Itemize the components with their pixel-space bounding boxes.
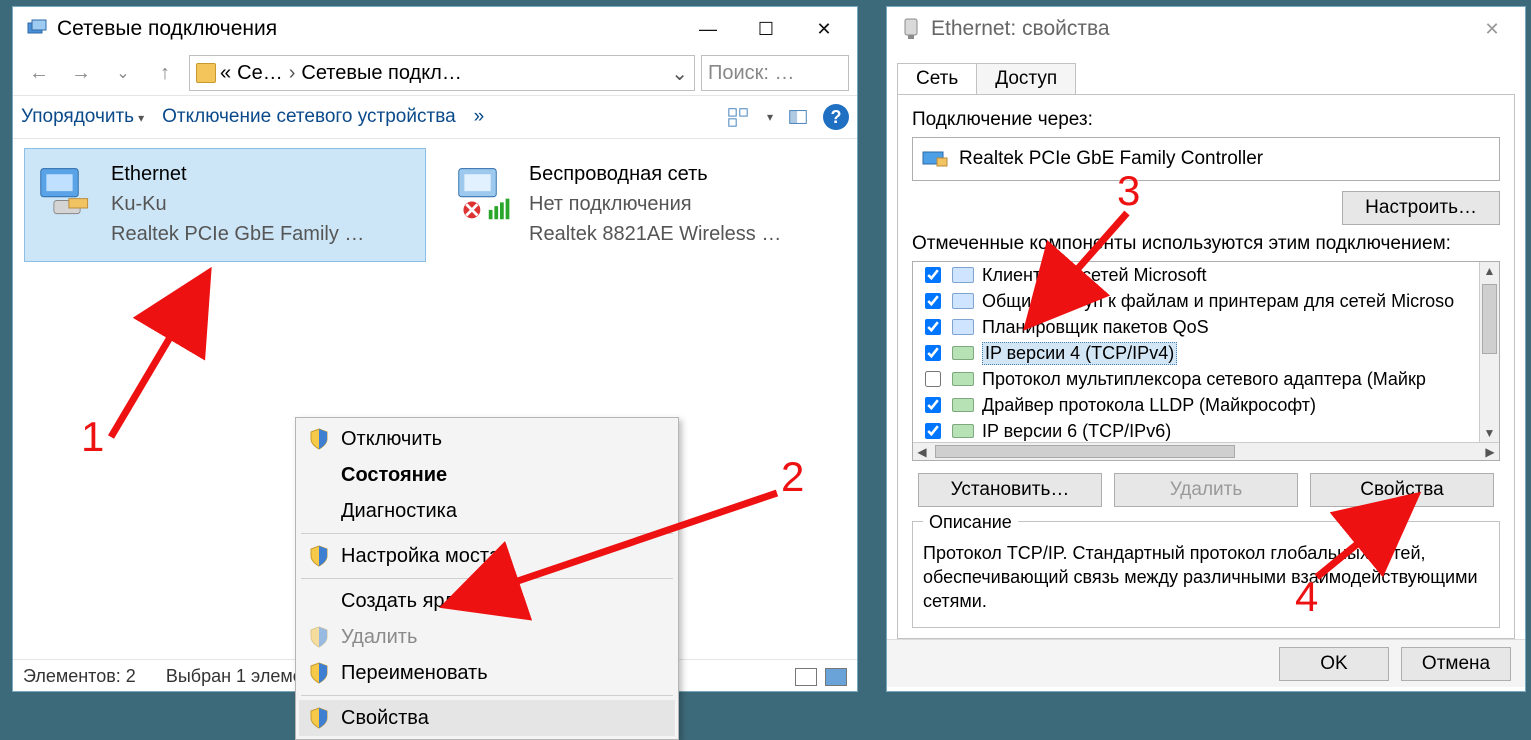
shield-icon bbox=[309, 545, 329, 567]
view-mode-list-icon[interactable] bbox=[795, 668, 817, 686]
breadcrumb-root[interactable]: Се… bbox=[237, 62, 283, 85]
arrow-4-to-properties bbox=[1307, 497, 1417, 587]
toolbar-disable-device[interactable]: Отключение сетевого устройства bbox=[162, 106, 456, 128]
maximize-button[interactable]: ☐ bbox=[737, 11, 795, 47]
search-input[interactable]: Поиск: … bbox=[701, 55, 849, 91]
ok-button[interactable]: OK bbox=[1279, 647, 1389, 681]
minimize-button[interactable]: — bbox=[679, 11, 737, 47]
vertical-scrollbar[interactable]: ▲▼ bbox=[1479, 262, 1499, 442]
horizontal-scrollbar[interactable]: ◀▶ bbox=[913, 442, 1499, 460]
toolbar-organize[interactable]: Упорядочить▾ bbox=[21, 106, 144, 128]
component-item[interactable]: IP версии 4 (TCP/IPv4) bbox=[913, 340, 1499, 366]
ethernet-properties-window: Ethernet: свойства ✕ Сеть Доступ Подключ… bbox=[886, 6, 1526, 692]
folder-icon bbox=[196, 63, 216, 83]
arrow-2-to-properties bbox=[449, 485, 789, 615]
breadcrumb-current[interactable]: Сетевые подкл… bbox=[301, 62, 461, 85]
connection-ethernet[interactable]: Ethernet Ku-Ku Realtek PCIe GbE Family … bbox=[25, 149, 425, 261]
dialog-footer: OK Отмена bbox=[887, 639, 1525, 687]
protocol-icon bbox=[952, 372, 974, 386]
titlebar: Сетевые подключения — ☐ ✕ bbox=[13, 7, 857, 51]
protocol-icon bbox=[952, 346, 974, 360]
nav-up-button[interactable]: ↑ bbox=[147, 55, 183, 91]
component-item[interactable]: Планировщик пакетов QoS bbox=[913, 314, 1499, 340]
ctx-properties[interactable]: Свойства bbox=[299, 700, 675, 736]
connection-status: Ku-Ku bbox=[111, 189, 415, 219]
connection-name: Беспроводная сеть bbox=[529, 159, 833, 189]
component-checkbox[interactable] bbox=[925, 371, 941, 387]
network-connections-window: Сетевые подключения — ☐ ✕ ← → ⌄ ↑ « Се… … bbox=[12, 6, 858, 692]
remove-button[interactable]: Удалить bbox=[1114, 473, 1298, 507]
ctx-disable[interactable]: Отключить bbox=[299, 421, 675, 457]
nic-icon bbox=[921, 148, 949, 170]
tab-panel: Подключение через: Realtek PCIe GbE Fami… bbox=[897, 94, 1515, 639]
configure-button[interactable]: Настроить… bbox=[1342, 191, 1500, 225]
shield-icon bbox=[309, 707, 329, 729]
component-checkbox[interactable] bbox=[925, 397, 941, 413]
connection-device: Realtek PCIe GbE Family … bbox=[111, 219, 415, 249]
monitor-icon bbox=[952, 293, 974, 309]
nav-history-button[interactable]: ⌄ bbox=[105, 55, 141, 91]
network-folder-icon bbox=[25, 17, 49, 41]
help-icon[interactable]: ? bbox=[823, 104, 849, 130]
shield-icon bbox=[309, 428, 329, 450]
connection-status: Нет подключения bbox=[529, 189, 833, 219]
view-layout-icon[interactable] bbox=[727, 106, 749, 128]
components-label: Отмеченные компоненты используются этим … bbox=[912, 233, 1500, 255]
wifi-adapter-icon bbox=[455, 163, 515, 223]
protocol-icon bbox=[952, 398, 974, 412]
device-name: Realtek PCIe GbE Family Controller bbox=[959, 148, 1263, 170]
close-button[interactable]: ✕ bbox=[1463, 11, 1521, 47]
monitor-icon bbox=[952, 267, 974, 283]
component-label: IP версии 6 (TCP/IPv6) bbox=[982, 421, 1171, 442]
tab-network[interactable]: Сеть bbox=[897, 63, 977, 94]
nav-forward-button[interactable]: → bbox=[63, 55, 99, 91]
tab-access[interactable]: Доступ bbox=[977, 63, 1076, 94]
connection-wifi[interactable]: Беспроводная сеть Нет подключения Realte… bbox=[443, 149, 843, 261]
cancel-button[interactable]: Отмена bbox=[1401, 647, 1511, 681]
component-label: Протокол мультиплексора сетевого адаптер… bbox=[982, 369, 1426, 390]
component-label: Драйвер протокола LLDP (Майкрософт) bbox=[982, 395, 1316, 416]
description-legend: Описание bbox=[923, 512, 1018, 533]
status-elements: Элементов: 2 bbox=[23, 666, 136, 687]
tabs: Сеть Доступ bbox=[897, 63, 1515, 94]
component-checkbox[interactable] bbox=[925, 423, 941, 439]
toolbar-overflow[interactable]: » bbox=[474, 106, 485, 128]
connection-name: Ethernet bbox=[111, 159, 415, 189]
component-item[interactable]: Клиент для сетей Microsoft bbox=[913, 262, 1499, 288]
protocol-icon bbox=[952, 424, 974, 438]
titlebar: Ethernet: свойства ✕ bbox=[887, 7, 1525, 51]
component-checkbox[interactable] bbox=[925, 267, 941, 283]
component-checkbox[interactable] bbox=[925, 345, 941, 361]
view-mode-large-icon[interactable] bbox=[825, 668, 847, 686]
ethernet-adapter-icon bbox=[37, 163, 97, 223]
components-list[interactable]: Клиент для сетей MicrosoftОбщий доступ к… bbox=[912, 261, 1500, 461]
component-checkbox[interactable] bbox=[925, 293, 941, 309]
close-button[interactable]: ✕ bbox=[795, 11, 853, 47]
arrow-3-to-ipv4 bbox=[1029, 207, 1139, 327]
address-bar: ← → ⌄ ↑ « Се… › Сетевые подкл… ⌄ Поиск: … bbox=[13, 51, 857, 95]
toolbar: Упорядочить▾ Отключение сетевого устройс… bbox=[13, 95, 857, 139]
install-button[interactable]: Установить… bbox=[918, 473, 1102, 507]
monitor-icon bbox=[952, 319, 974, 335]
connection-device: Realtek 8821AE Wireless … bbox=[529, 219, 833, 249]
component-item[interactable]: Протокол мультиплексора сетевого адаптер… bbox=[913, 366, 1499, 392]
connect-via-label: Подключение через: bbox=[912, 109, 1500, 131]
view-details-icon[interactable] bbox=[787, 106, 809, 128]
ctx-rename[interactable]: Переименовать bbox=[299, 655, 675, 691]
window-title: Ethernet: свойства bbox=[931, 17, 1463, 41]
adapter-icon bbox=[899, 17, 923, 41]
shield-icon bbox=[309, 626, 329, 648]
arrow-1-to-ethernet bbox=[101, 277, 221, 447]
shield-icon bbox=[309, 662, 329, 684]
address-box[interactable]: « Се… › Сетевые подкл… ⌄ bbox=[189, 55, 695, 91]
ctx-delete[interactable]: Удалить bbox=[299, 619, 675, 655]
device-box: Realtek PCIe GbE Family Controller bbox=[912, 137, 1500, 181]
component-item[interactable]: Драйвер протокола LLDP (Майкрософт) bbox=[913, 392, 1499, 418]
component-checkbox[interactable] bbox=[925, 319, 941, 335]
component-item[interactable]: IP версии 6 (TCP/IPv6) bbox=[913, 418, 1499, 444]
component-label: IP версии 4 (TCP/IPv4) bbox=[982, 342, 1177, 365]
window-title: Сетевые подключения bbox=[57, 17, 679, 41]
component-item[interactable]: Общий доступ к файлам и принтерам для се… bbox=[913, 288, 1499, 314]
nav-back-button[interactable]: ← bbox=[21, 55, 57, 91]
